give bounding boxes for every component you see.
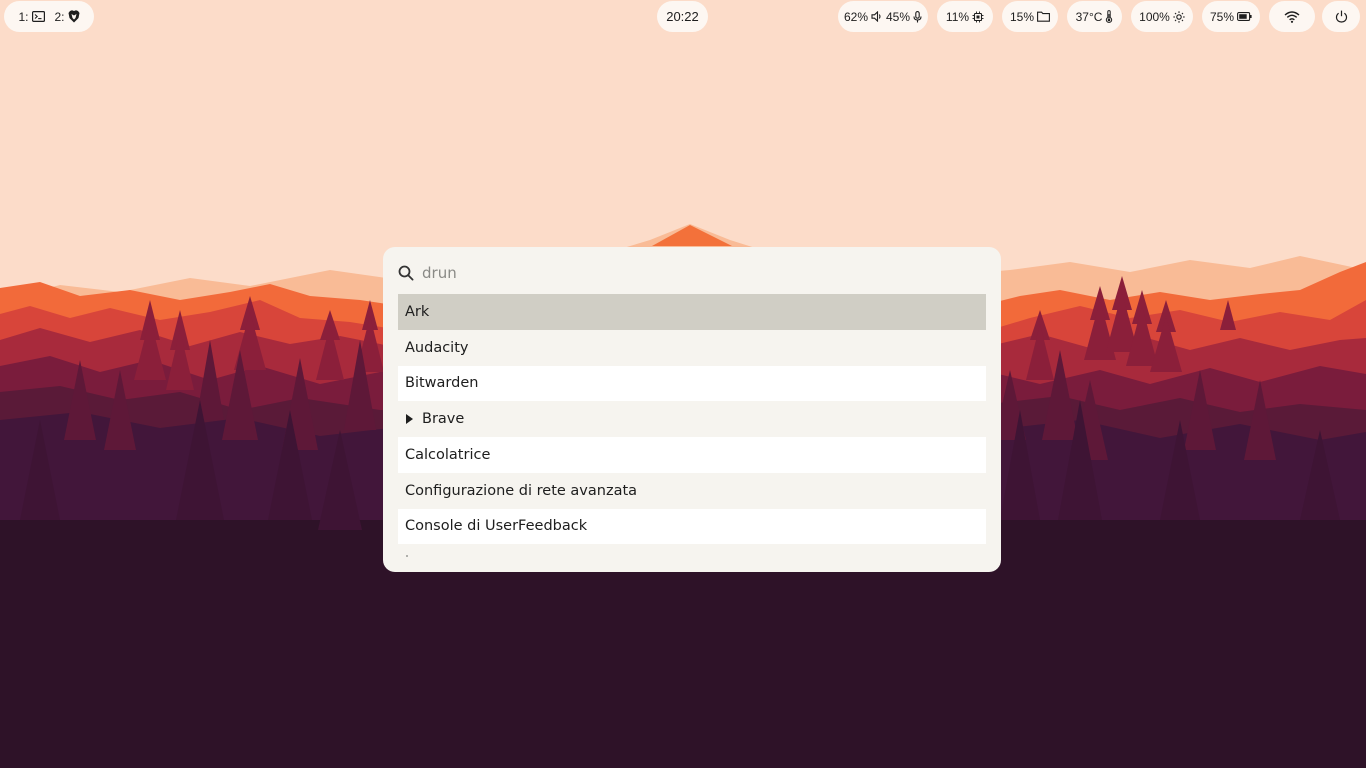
workspace-1[interactable]: 1:	[18, 9, 45, 24]
volume-pill[interactable]: 62% 45%	[838, 1, 928, 32]
volume-input-value: 45%	[886, 9, 911, 24]
workspace-2-label: 2:	[54, 9, 65, 24]
workspace-2[interactable]: 2:	[55, 10, 80, 24]
list-item-label: Brave	[422, 411, 465, 428]
list-item-configurazione-rete[interactable]: Configurazione di rete avanzata	[398, 472, 986, 509]
brightness-pill[interactable]: 100%	[1131, 1, 1193, 32]
list-item-label: Audacity	[405, 339, 469, 356]
temperature-pill[interactable]: 37°C	[1067, 1, 1122, 32]
battery-value: 75%	[1209, 9, 1235, 24]
brave-lion-icon	[68, 10, 80, 23]
clock-time: 20:22	[666, 9, 699, 24]
workspaces-pill: 1: 2:	[4, 1, 94, 32]
terminal-icon	[31, 11, 45, 22]
list-item-label: Ark	[405, 303, 430, 320]
battery-pill[interactable]: 75%	[1202, 1, 1260, 32]
thermometer-icon	[1106, 10, 1113, 23]
wifi-pill[interactable]	[1269, 1, 1315, 32]
sun-icon	[1173, 10, 1185, 23]
wifi-icon	[1284, 10, 1300, 23]
clock[interactable]: 20:22	[657, 1, 708, 32]
list-item-calcolatrice[interactable]: Calcolatrice	[398, 437, 986, 473]
disk-value: 15%	[1009, 9, 1035, 24]
battery-icon	[1237, 12, 1252, 21]
disk-pill[interactable]: 15%	[1002, 1, 1058, 32]
search-icon	[398, 265, 414, 281]
app-launcher: Ark Audacity Bitwarden Brave Calcolatric…	[383, 247, 1001, 572]
power-button[interactable]	[1322, 1, 1360, 32]
volume-output-value: 62%	[843, 9, 868, 24]
list-item-audacity[interactable]: Audacity	[398, 329, 986, 366]
app-list: Ark Audacity Bitwarden Brave Calcolatric…	[398, 294, 986, 545]
brightness-value: 100%	[1139, 9, 1170, 24]
cpu-pill[interactable]: 11%	[937, 1, 993, 32]
workspace-1-label: 1:	[18, 9, 29, 24]
more-items-indicator	[406, 555, 408, 557]
search-input[interactable]	[422, 264, 972, 282]
cpu-value: 11%	[945, 9, 970, 24]
search-bar	[398, 259, 986, 287]
list-item-ark[interactable]: Ark	[398, 294, 986, 330]
expand-arrow-icon[interactable]	[406, 414, 413, 425]
temperature-value: 37°C	[1075, 9, 1103, 24]
list-item-console-userfeedback[interactable]: Console di UserFeedback	[398, 508, 986, 545]
list-item-label: Bitwarden	[405, 375, 479, 392]
microphone-icon	[913, 10, 922, 22]
list-item-brave[interactable]: Brave	[398, 401, 986, 437]
list-item-label: Console di UserFeedback	[405, 518, 588, 535]
list-item-label: Configurazione di rete avanzata	[405, 482, 638, 499]
list-item-label: Calcolatrice	[405, 446, 491, 463]
speaker-icon	[871, 11, 881, 22]
power-icon	[1335, 10, 1347, 23]
list-item-bitwarden[interactable]: Bitwarden	[398, 365, 986, 402]
folder-icon	[1037, 11, 1050, 22]
cpu-chip-icon	[972, 11, 984, 22]
